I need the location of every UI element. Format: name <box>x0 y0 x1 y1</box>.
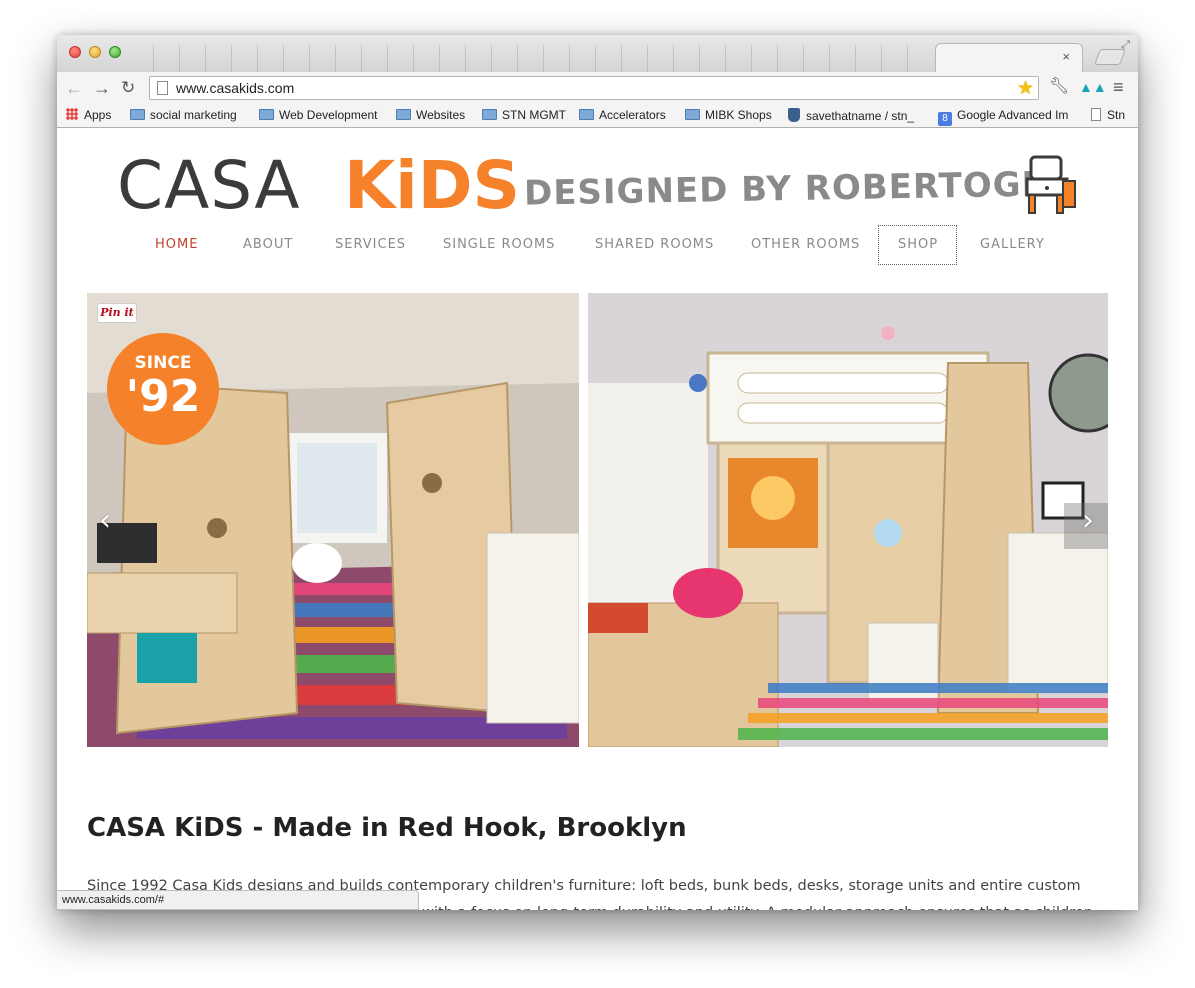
back-button[interactable]: ← <box>65 78 83 98</box>
page-headline: CASA KiDS - Made in Red Hook, Brooklyn <box>87 813 687 843</box>
minimize-window-button[interactable] <box>89 46 101 58</box>
nav-services[interactable]: SERVICES <box>335 237 406 252</box>
bookmark-folder[interactable]: Accelerators <box>579 108 666 122</box>
tab-list[interactable] <box>133 45 933 72</box>
nav-shared-rooms[interactable]: SHARED ROOMS <box>595 237 714 252</box>
bookmark-star-icon[interactable]: ★ <box>1017 77 1034 100</box>
google-icon: 8 <box>938 112 952 126</box>
folder-icon <box>685 109 700 120</box>
site-nav: HOME ABOUT SERVICES SINGLE ROOMS SHARED … <box>57 225 1138 265</box>
browser-window: × ⤢ ← → ↻ www.casakids.com ★ 🔧︎ ▲▲ ≡ App… <box>57 35 1138 910</box>
document-icon <box>1091 108 1101 121</box>
bookmark-folder[interactable]: STN MGMT <box>482 108 566 122</box>
badge-since-text: SINCE <box>134 353 192 373</box>
logo-kids[interactable]: KiDS <box>344 151 520 221</box>
reload-button[interactable]: ↻ <box>121 78 135 98</box>
address-bar[interactable]: www.casakids.com ★ <box>149 76 1039 100</box>
address-url[interactable]: www.casakids.com <box>176 80 294 96</box>
bookmark-folder[interactable]: Websites <box>396 108 465 122</box>
bucket-icon <box>788 108 800 122</box>
bookmark-google-advanced[interactable]: 8 Google Advanced Im <box>938 108 1078 126</box>
slider-next-arrow[interactable]: › <box>1082 503 1094 538</box>
status-bar: www.casakids.com/# <box>57 890 419 910</box>
wrench-icon[interactable]: 🔧︎ <box>1049 78 1069 96</box>
apps-grid-icon <box>66 108 78 120</box>
tab-strip: × ⤢ <box>57 35 1138 72</box>
folder-icon <box>482 109 497 120</box>
bookmark-stn[interactable]: Stn <box>1091 108 1137 122</box>
web-page: CASA KiDS DESIGNED BY ROBERTOGIL HOME AB… <box>57 129 1138 910</box>
bookmark-folder[interactable]: social marketing <box>130 108 237 122</box>
loft-bed-photo <box>588 293 1108 747</box>
fullscreen-icon[interactable]: ⤢ <box>1121 39 1130 52</box>
slider-prev-arrow[interactable]: ‹ <box>99 503 111 538</box>
nav-home[interactable]: HOME <box>155 237 198 252</box>
folder-icon <box>396 109 411 120</box>
folder-icon <box>259 109 274 120</box>
active-tab[interactable]: × <box>935 43 1083 72</box>
zoom-window-button[interactable] <box>109 46 121 58</box>
bookmark-apps[interactable]: Apps <box>66 108 111 122</box>
nav-gallery[interactable]: GALLERY <box>980 237 1045 252</box>
bookmark-folder[interactable]: MIBK Shops <box>685 108 772 122</box>
pinterest-pin-button[interactable]: Pin it <box>97 303 137 323</box>
image-slider[interactable]: Pin it SINCE '92 ‹ › <box>87 293 1108 747</box>
browser-toolbar: ← → ↻ www.casakids.com ★ 🔧︎ ▲▲ ≡ <box>57 72 1138 104</box>
chair-logo-icon <box>1025 155 1076 214</box>
logo-casa[interactable]: CASA <box>117 151 301 221</box>
forward-button[interactable]: → <box>93 78 111 98</box>
nav-single-rooms[interactable]: SINGLE ROOMS <box>443 237 555 252</box>
nav-other-rooms[interactable]: OTHER ROOMS <box>751 237 860 252</box>
tagline: DESIGNED BY ROBERTOGIL <box>523 164 1059 214</box>
menu-icon[interactable]: ≡ <box>1113 78 1124 96</box>
since-92-badge: SINCE '92 <box>107 333 219 445</box>
badge-year-text: '92 <box>125 371 201 422</box>
bookmark-folder[interactable]: Web Development <box>259 108 378 122</box>
extension-icon[interactable]: ▲▲ <box>1079 78 1107 96</box>
close-window-button[interactable] <box>69 46 81 58</box>
bookmarks-bar: Apps social marketing Web Development We… <box>57 104 1138 128</box>
page-icon <box>157 81 168 95</box>
nav-shop[interactable]: SHOP <box>898 237 938 252</box>
folder-icon <box>130 109 145 120</box>
tab-close-icon[interactable]: × <box>1062 49 1070 64</box>
folder-icon <box>579 109 594 120</box>
nav-about[interactable]: ABOUT <box>243 237 293 252</box>
bookmark-savethatname[interactable]: savethatname / stn_ <box>788 108 928 123</box>
